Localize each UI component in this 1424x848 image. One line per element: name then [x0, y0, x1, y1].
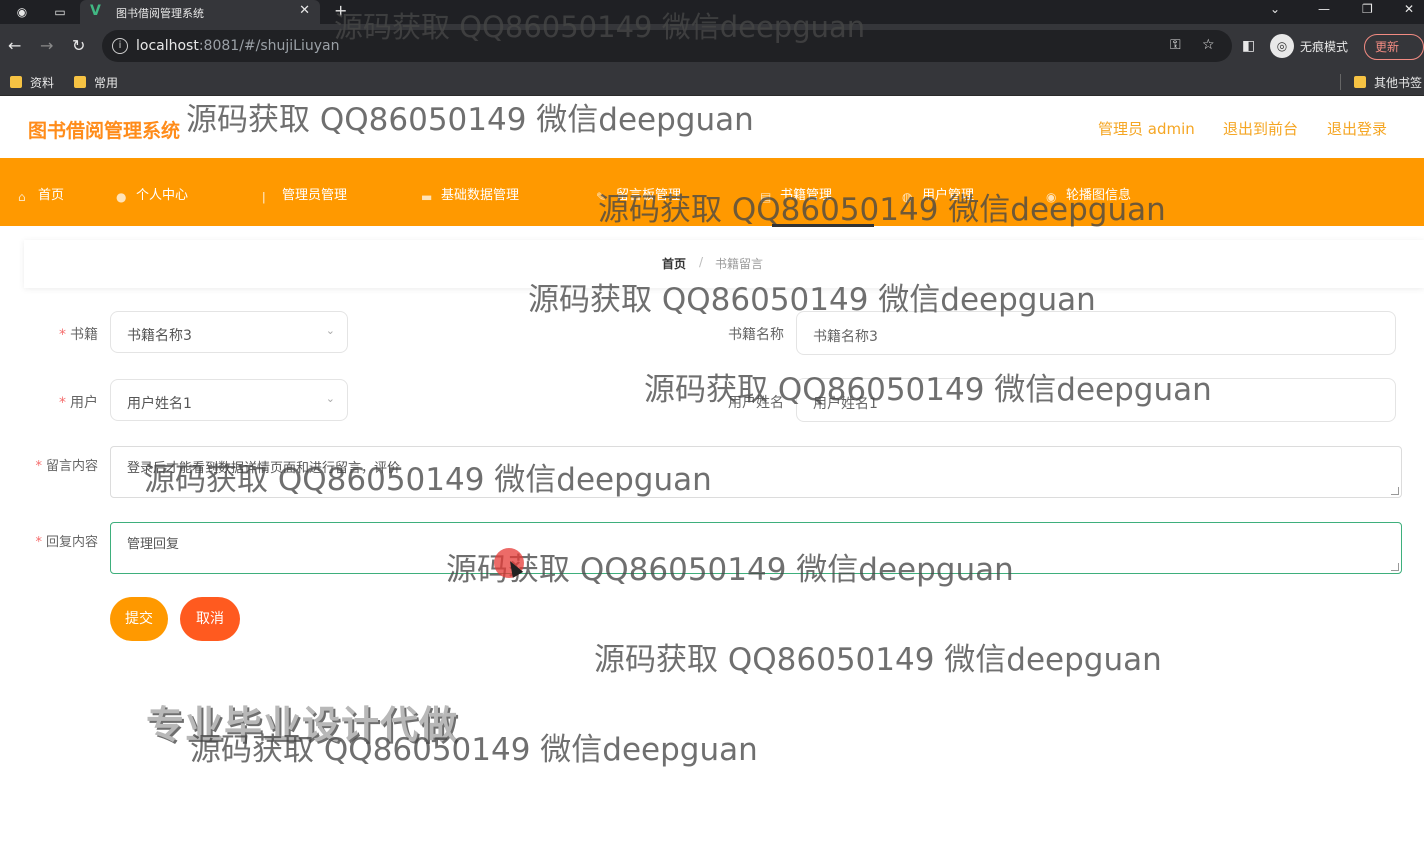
url-text: localhost:8081/#/shujiLiuyan [136, 38, 340, 54]
folder-icon [1354, 76, 1366, 88]
resize-handle[interactable] [1391, 563, 1399, 571]
user-label: * 用户 [59, 395, 98, 411]
back-to-front-link[interactable]: 退出到前台 [1223, 118, 1298, 139]
app-header: 图书借阅管理系统 管理员 admin 退出到前台 退出登录 [0, 96, 1424, 158]
folder-icon: ▬ [421, 190, 433, 204]
reply-content-label: * 回复内容 [35, 535, 98, 550]
browser-profile-icon[interactable]: ◉ [14, 4, 30, 20]
tab-search-icon[interactable]: ⌄ [1270, 2, 1280, 16]
book-select[interactable]: 书籍名称3 ⌄ [110, 311, 348, 353]
sidepanel-icon[interactable]: ◧ [1242, 36, 1255, 56]
nav-active-indicator [772, 224, 874, 227]
admin-icon: ǀ [262, 190, 266, 204]
image-icon: ◉ [1046, 190, 1057, 204]
home-icon: ⌂ [18, 190, 26, 204]
user-icon: ● [116, 190, 127, 204]
book-name-field[interactable]: 书籍名称3 [796, 311, 1396, 355]
key-icon[interactable]: ⚿ [1170, 37, 1181, 53]
address-bar[interactable]: i localhost:8081/#/shujiLiuyan ⚿ ☆ [102, 30, 1232, 62]
message-content-textarea[interactable]: 登录后才能看到数据详情页面和进行留言，评价 [110, 446, 1402, 498]
tab-close-icon[interactable]: ✕ [299, 3, 310, 18]
window-close-icon[interactable]: ✕ [1404, 2, 1414, 16]
promo-text: 专业毕业设计代做 [146, 703, 459, 747]
nav-item-books[interactable]: ▤ 书籍管理 [760, 184, 832, 204]
user-name-field[interactable]: 用户姓名1 [796, 378, 1396, 422]
tab-title: 图书借阅管理系统 [116, 7, 204, 20]
tab-switcher-icon[interactable]: ▭ [52, 4, 68, 20]
chevron-down-icon: ⌄ [325, 392, 335, 405]
minimize-icon[interactable]: — [1318, 2, 1330, 16]
nav-item-users[interactable]: ◍ 用户管理 [902, 184, 974, 204]
message-icon: ✎ [596, 190, 607, 204]
logout-link[interactable]: 退出登录 [1327, 118, 1387, 139]
resize-handle[interactable] [1391, 487, 1399, 495]
book-label: * 书籍 [59, 327, 98, 343]
nav-item-home[interactable]: ⌂ 首页 [18, 184, 64, 204]
folder-icon [74, 76, 86, 88]
site-info-icon[interactable]: i [112, 38, 128, 54]
bookmarks-separator [1340, 74, 1341, 90]
browser-tab-bar: ◉ ▭ V 图书借阅管理系统 ✕ + ⌄ — ❐ ✕ [0, 0, 1424, 24]
incognito-icon[interactable]: ◎ [1270, 34, 1294, 58]
browser-tab[interactable]: V 图书借阅管理系统 ✕ [80, 0, 320, 24]
bookmarks-bar: 资料 常用 其他书签 [0, 68, 1424, 96]
admin-user-label: 管理员 admin [1098, 120, 1195, 138]
breadcrumb-separator: / [699, 255, 704, 269]
new-tab-icon[interactable]: + [334, 1, 347, 20]
app-logo: 图书借阅管理系统 [28, 120, 181, 142]
bookmark-folder-1[interactable]: 资料 [10, 74, 54, 91]
other-bookmarks[interactable]: 其他书签 [1354, 74, 1422, 91]
nav-item-basic-data[interactable]: ▬ 基础数据管理 [421, 184, 519, 204]
main-nav: ⌂ 首页 ● 个人中心 ǀ 管理员管理 ▬ 基础数据管理 ✎ 留言板管理 ▤ 书籍管理 ◍ 用… [0, 158, 1424, 226]
breadcrumb-home[interactable]: 首页 [662, 255, 686, 272]
cancel-button[interactable]: 取消 [180, 597, 240, 641]
bookmark-star-icon[interactable]: ☆ [1202, 37, 1215, 53]
folder-icon [10, 76, 22, 88]
maximize-icon[interactable]: ❐ [1362, 2, 1373, 16]
vue-favicon-icon: V [90, 3, 101, 19]
message-content-label: * 留言内容 [35, 459, 98, 474]
reply-content-textarea[interactable]: 管理回复 [110, 522, 1402, 574]
nav-item-profile[interactable]: ● 个人中心 [116, 184, 188, 204]
user-select[interactable]: 用户姓名1 ⌄ [110, 379, 348, 421]
breadcrumb: 首页 / 书籍留言 [24, 240, 1424, 288]
book-name-label: 书籍名称 [728, 327, 784, 343]
forward-icon[interactable]: → [40, 36, 53, 56]
browser-toolbar: ← → ↻ i localhost:8081/#/shujiLiuyan ⚿ ☆… [0, 24, 1424, 68]
incognito-label: 无痕模式 [1300, 40, 1349, 54]
reload-icon[interactable]: ↻ [72, 36, 85, 56]
update-button[interactable]: 更新 [1364, 34, 1424, 60]
bookmark-folder-2[interactable]: 常用 [74, 74, 118, 91]
chevron-down-icon: ⌄ [325, 324, 335, 337]
nav-item-admin[interactable]: ǀ 管理员管理 [262, 184, 347, 204]
nav-item-message-board[interactable]: ✎ 留言板管理 [596, 184, 681, 204]
submit-button[interactable]: 提交 [110, 597, 168, 641]
breadcrumb-current: 书籍留言 [715, 257, 764, 271]
book-icon: ▤ [760, 190, 772, 204]
users-icon: ◍ [902, 190, 913, 204]
nav-item-carousel[interactable]: ◉ 轮播图信息 [1046, 184, 1131, 204]
user-name-label: 用户姓名 [728, 395, 784, 411]
back-icon[interactable]: ← [8, 36, 21, 56]
